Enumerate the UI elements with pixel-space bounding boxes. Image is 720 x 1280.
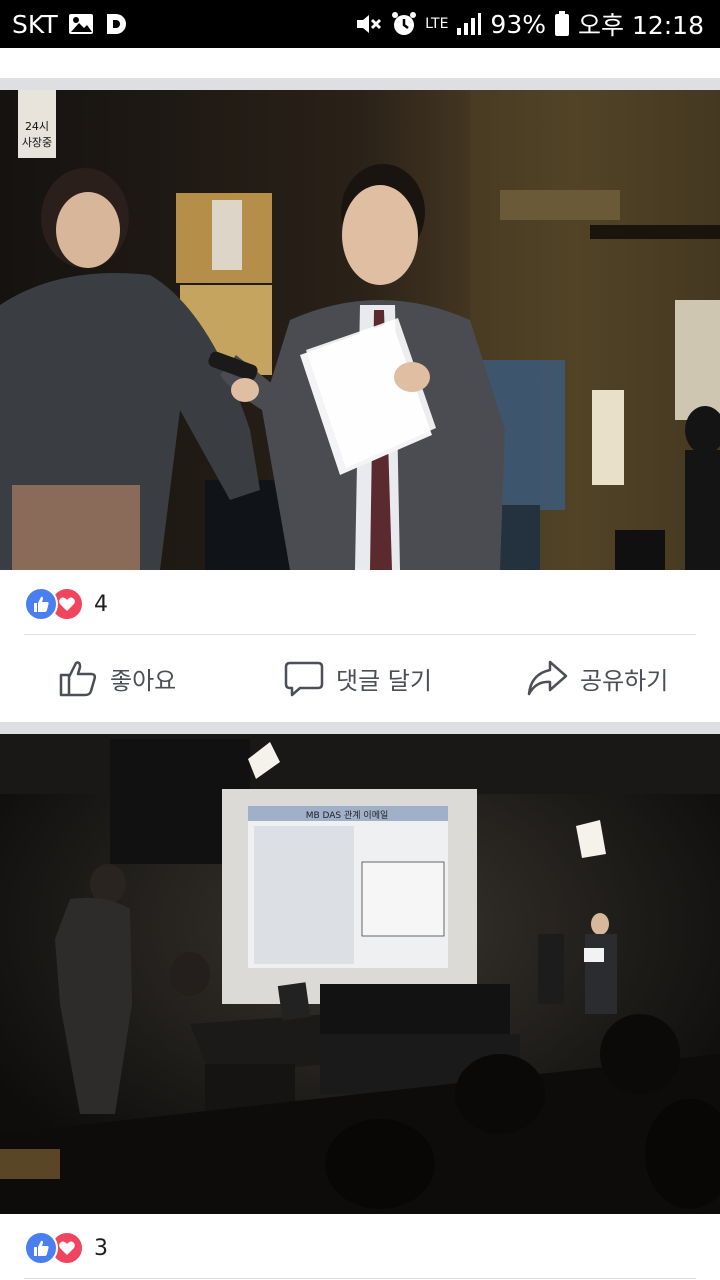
battery-icon xyxy=(554,11,570,37)
screen-title: MB DAS 관계 이메일 xyxy=(306,809,389,821)
mute-icon xyxy=(355,12,383,36)
thumbs-up-icon xyxy=(59,661,97,697)
network-label: LTE xyxy=(425,16,449,32)
reaction-count: 4 xyxy=(94,591,108,617)
post-photo-1[interactable]: 24시 사장중 xyxy=(0,90,720,570)
reactions-summary-2[interactable]: 3 xyxy=(24,1231,108,1265)
comment-bubble-icon xyxy=(284,661,324,697)
svg-text:24시: 24시 xyxy=(25,120,49,133)
action-divider xyxy=(24,634,696,635)
post-card-1: 24시 사장중 4 좋아요 댓글 달기 공유하기 xyxy=(0,90,720,722)
signal-icon xyxy=(456,12,482,36)
status-bar: SKT LTE 93% 오후 12:18 xyxy=(0,0,720,48)
share-arrow-icon xyxy=(527,660,568,696)
speaker-photo: 24시 사장중 xyxy=(0,90,720,570)
d-app-icon xyxy=(104,12,128,36)
like-button[interactable]: 좋아요 xyxy=(58,658,176,698)
svg-text:사장중: 사장중 xyxy=(22,136,52,149)
comment-label: 댓글 달기 xyxy=(336,666,432,695)
comment-button[interactable]: 댓글 달기 xyxy=(284,658,432,698)
reaction-count: 3 xyxy=(94,1235,108,1261)
post-photo-2[interactable]: MB DAS 관계 이메일 xyxy=(0,734,720,1214)
like-reaction-icon xyxy=(24,587,58,621)
action-divider xyxy=(24,1278,696,1279)
carrier-label: SKT xyxy=(12,9,58,39)
share-button[interactable]: 공유하기 xyxy=(526,658,668,698)
post-card-2: MB DAS 관계 이메일 3 xyxy=(0,734,720,1280)
like-label: 좋아요 xyxy=(110,666,177,695)
battery-percent: 93% xyxy=(490,9,546,39)
reactions-summary-1[interactable]: 4 xyxy=(24,587,108,621)
like-reaction-icon xyxy=(24,1231,58,1265)
clock: 오후 12:18 xyxy=(578,11,704,40)
previous-post-tail xyxy=(0,48,720,78)
seminar-photo: MB DAS 관계 이메일 xyxy=(0,734,720,1214)
share-label: 공유하기 xyxy=(580,666,669,695)
action-bar-1: 좋아요 댓글 달기 공유하기 xyxy=(0,636,720,720)
image-icon xyxy=(68,13,94,35)
alarm-icon xyxy=(391,11,417,37)
